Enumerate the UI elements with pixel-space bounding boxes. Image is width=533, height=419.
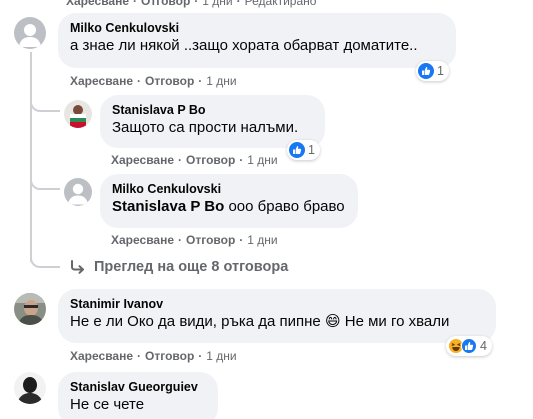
grinning-emoji: 😄 [324,313,341,330]
avatar[interactable] [14,372,46,404]
avatar[interactable] [14,17,46,49]
timestamp[interactable]: 1 дни [206,349,236,363]
comment-bubble: Stanislav Gueorguiev Не се чете [58,372,218,419]
like-button[interactable]: Харесване [70,349,133,363]
view-more-replies-label: Преглед на още 8 отговора [94,259,289,275]
comment-author[interactable]: Milko Cenkulovski [112,181,346,197]
comment-text-body: ооо браво браво [228,198,345,215]
avatar[interactable] [14,293,46,325]
avatar[interactable] [64,178,92,206]
comment-text: Защото са прости налъми. [112,119,299,136]
reaction-summary[interactable]: 1 [416,61,449,81]
like-icon [461,338,477,354]
like-button[interactable]: Харесване [66,0,129,8]
profile-photo-icon [14,293,46,325]
default-avatar-icon [14,17,46,49]
comment-text-part: Не е ли Око да види, ръка да пипне [70,313,321,330]
reply-button[interactable]: Отговор [141,0,190,8]
reply-button[interactable]: Отговор [186,153,235,167]
timestamp[interactable]: 1 дни [247,233,277,247]
comment-actions: Харесване · Отговор · 1 дни [70,349,237,363]
like-button[interactable]: Харесване [111,153,174,167]
comment-author[interactable]: Stanislava P Bo [112,102,313,118]
reply-arrow-icon [71,260,84,274]
comment-author[interactable]: Milko Cenkulovski [70,20,444,36]
comment-text-part: Не ми го хвали [344,313,450,330]
mention-link[interactable]: Stanislava P Bo [112,198,224,215]
comment-text: а знае ли някой ..защо хората обарват до… [70,37,418,54]
thread-connector [30,254,60,268]
like-icon [418,63,434,79]
comment-text: Не се чете [70,396,145,413]
timestamp[interactable]: 1 дни [206,74,236,88]
comment-bubble: Stanislava P Bo Защото са прости налъми. [100,95,325,148]
reaction-count: 1 [437,64,444,78]
like-button[interactable]: Харесване [111,233,174,247]
thread-connector [30,98,60,112]
comment-author[interactable]: Stanimir Ivanov [70,296,484,312]
reaction-summary[interactable]: 1 [287,140,320,160]
reaction-count: 1 [308,143,315,157]
comment-text: Stanislava P Bo ооо браво браво [112,197,346,217]
default-avatar-icon [64,178,92,206]
profile-photo-icon [14,372,46,404]
thread-connector [30,176,60,190]
reply-button[interactable]: Отговор [186,233,235,247]
view-more-replies-link[interactable]: Преглед на още 8 отговора [70,259,288,275]
comment-actions-top: Харесване · Отговор · 1 дни · Редактирано [66,0,316,9]
reaction-count: 4 [480,339,487,353]
comment-actions: Харесване · Отговор · 1 дни [111,233,278,247]
reply-button[interactable]: Отговор [145,349,194,363]
profile-photo-icon [64,100,92,128]
comment-author[interactable]: Stanislav Gueorguiev [70,379,206,395]
thread-line [30,52,32,262]
timestamp[interactable]: 1 дни [202,0,232,8]
comment-bubble: Milko Cenkulovski Stanislava P Bo ооо бр… [100,174,358,228]
comment-actions: Харесване · Отговор · 1 дни [70,74,237,88]
comment-actions: Харесване · Отговор · 1 дни [111,153,278,167]
comment-bubble: Milko Cenkulovski а знае ли някой ..защо… [58,13,456,68]
comment-text: Не е ли Око да види, ръка да пипне 😄 Не … [70,312,484,332]
reaction-summary[interactable]: 4 [446,336,492,356]
like-icon [289,142,305,158]
like-button[interactable]: Харесване [70,74,133,88]
reply-button[interactable]: Отговор [145,74,194,88]
timestamp[interactable]: 1 дни [247,153,277,167]
comment-bubble: Stanimir Ivanov Не е ли Око да види, рък… [58,289,496,343]
edited-label: Редактирано [244,0,317,8]
avatar[interactable] [64,100,92,128]
